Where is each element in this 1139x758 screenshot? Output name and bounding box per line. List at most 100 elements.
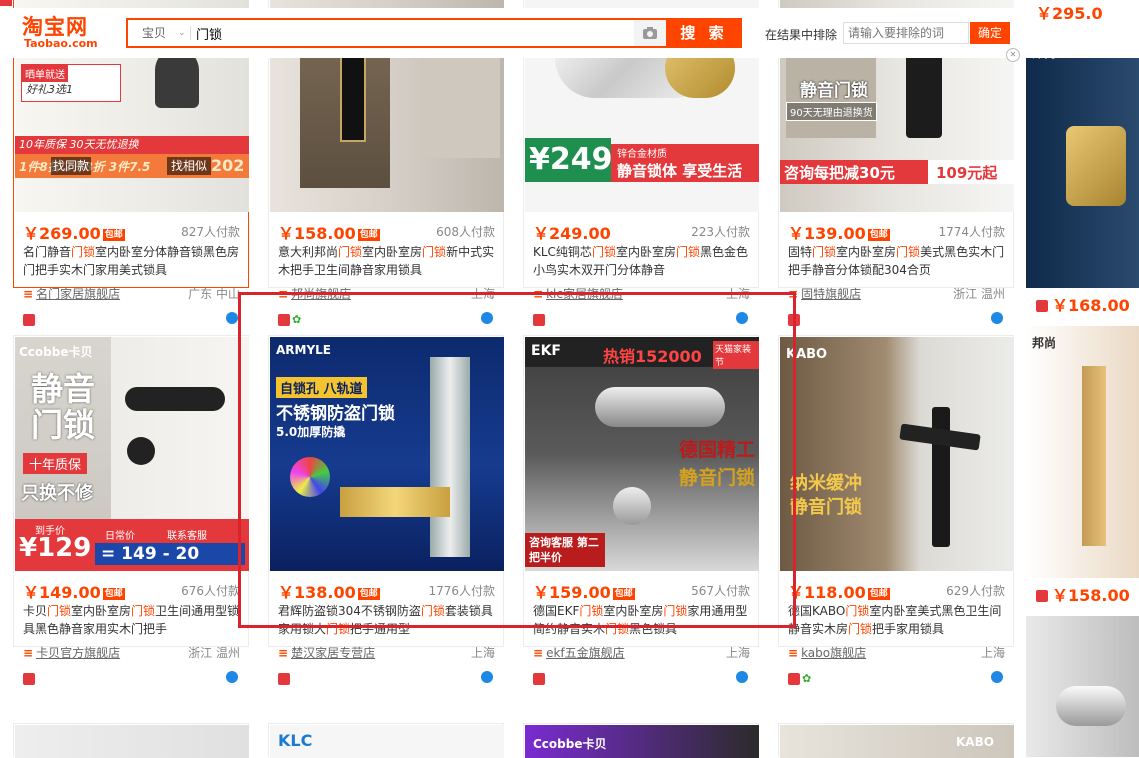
promo-text: 咨询客服 第二把半价 xyxy=(525,533,605,567)
tmall-icon[interactable] xyxy=(788,672,800,685)
wangwang-icon[interactable] xyxy=(226,671,238,683)
camera-search-button[interactable] xyxy=(634,20,666,46)
tmall-icon[interactable] xyxy=(533,313,545,326)
shop-link[interactable]: ≡ kabo旗舰店 xyxy=(788,644,866,661)
product-card[interactable]: ARMYLE 自锁孔 八轨道 不锈钢防盗门锁 5.0加厚防撬 ￥138.00 包邮… xyxy=(268,335,504,685)
shop-link[interactable]: ≡ klc家居旗舰店 xyxy=(533,285,623,302)
title-text[interactable]: 德国KABO门锁室内卧室美式黑色卫生间静音实木房门锁把手家用锁具 xyxy=(788,604,1001,636)
ad-card[interactable] xyxy=(1026,616,1139,757)
product-image[interactable] xyxy=(15,725,249,758)
image-price: ¥249 xyxy=(529,142,613,177)
product-card[interactable]: Ccobbe卡贝 xyxy=(523,723,759,758)
shop-name[interactable]: 固特旗舰店 xyxy=(801,287,861,301)
tmall-icon[interactable] xyxy=(23,672,35,685)
ad-image[interactable] xyxy=(1026,616,1139,757)
shop-name[interactable]: 邦尚旗舰店 xyxy=(291,287,351,301)
wangwang-icon[interactable] xyxy=(481,312,493,324)
wangwang-icon[interactable] xyxy=(991,312,1003,324)
exclude-input[interactable] xyxy=(843,22,969,44)
shop-icon: ≡ xyxy=(278,646,289,660)
title-text[interactable]: 君辉防盗锁304不锈钢防盗门锁套装锁具家用锁大门锁把手通用型 xyxy=(278,604,493,636)
location: 上海 xyxy=(980,646,1005,660)
product-title[interactable]: 卡贝门锁室内卧室房门锁卫生间通用型锁具黑色静音家用实木门把手 xyxy=(23,602,241,638)
product-card[interactable]: Ccobbe卡贝 静音门锁 十年质保 只换不修 到手价 ¥129 日常价 联系客… xyxy=(13,335,249,685)
search-button[interactable]: 搜 索 xyxy=(666,18,742,48)
title-text[interactable]: 固特门锁室内卧室房门锁美式黑色实木门把手静音分体锁配304合页 xyxy=(788,245,1004,277)
tmall-icon[interactable] xyxy=(278,313,290,326)
calc-label: 联系客服 xyxy=(167,531,207,542)
wangwang-icon[interactable] xyxy=(481,671,493,683)
exclude-label: 在结果中排除 xyxy=(765,28,838,42)
wangwang-icon[interactable] xyxy=(991,671,1003,683)
wangwang-icon[interactable] xyxy=(226,312,238,324)
product-card[interactable] xyxy=(13,723,249,758)
product-image[interactable]: KABO 纳米缓冲 静音门锁 xyxy=(780,337,1014,571)
find-similar-button[interactable]: 找相似 xyxy=(167,157,211,175)
product-image[interactable]: Ccobbe卡贝 静音门锁 十年质保 只换不修 到手价 ¥129 日常价 联系客… xyxy=(15,337,249,571)
shop-link[interactable]: ≡ 卡贝官方旗舰店 xyxy=(23,644,120,661)
image-slogan: 不锈钢防盗门锁 xyxy=(276,404,395,424)
wangwang-icon[interactable] xyxy=(736,671,748,683)
keyword-highlight: 门锁 xyxy=(663,604,688,618)
ad-image[interactable]: 邦尚 xyxy=(1026,36,1139,288)
tmall-icon[interactable] xyxy=(278,672,290,685)
product-title[interactable]: KLC纯铜芯门锁室内卧室房门锁黑色金色小鸟实木双开门分体静音 xyxy=(533,243,751,279)
shop-name[interactable]: ekf五金旗舰店 xyxy=(546,646,625,660)
taobao-logo[interactable]: 淘宝网 Taobao.com xyxy=(22,16,112,54)
title-text[interactable]: KLC纯铜芯门锁室内卧室房门锁黑色金色小鸟实木双开门分体静音 xyxy=(533,245,748,277)
tmall-icon[interactable] xyxy=(788,313,800,326)
title-text[interactable]: 名门静音门锁室内卧室分体静音锁黑色房门把手实木门家用美式锁具 xyxy=(23,245,239,277)
shop-name[interactable]: kabo旗舰店 xyxy=(801,646,866,660)
product-card[interactable]: KLC xyxy=(268,723,504,758)
product-title[interactable]: 意大利邦尚门锁室内卧室房门锁新中式实木把手卫生间静音家用锁具 xyxy=(278,243,496,279)
ad-card[interactable]: 邦尚 ￥168.00 xyxy=(1026,36,1139,318)
shop-name[interactable]: 名门家居旗舰店 xyxy=(36,287,120,301)
close-icon[interactable]: ✕ xyxy=(1006,48,1020,62)
shop-link[interactable]: ≡ 固特旗舰店 xyxy=(788,285,861,302)
wangwang-icon[interactable] xyxy=(736,312,748,324)
keyword-highlight: 门锁 xyxy=(605,622,630,636)
product-title[interactable]: 名门静音门锁室内卧室分体静音锁黑色房门把手实木门家用美式锁具 xyxy=(23,243,241,279)
shop-name[interactable]: 卡贝官方旗舰店 xyxy=(36,646,120,660)
product-image[interactable]: ARMYLE 自锁孔 八轨道 不锈钢防盗门锁 5.0加厚防撬 xyxy=(270,337,504,571)
shop-link[interactable]: ≡ 邦尚旗舰店 xyxy=(278,285,351,302)
title-text[interactable]: 德国EKF门锁室内卧室房门锁家用通用型简约静音实木门锁黑色锁具 xyxy=(533,604,747,636)
shop-link[interactable]: ≡ ekf五金旗舰店 xyxy=(533,644,625,661)
ad-image[interactable]: 邦尚 xyxy=(1026,326,1139,578)
tmall-icon[interactable] xyxy=(23,313,35,326)
free-shipping-badge: 包邮 xyxy=(357,229,380,241)
product-image[interactable]: EKF 热销152000 天猫家装节 德国精工 静音门锁 咨询客服 第二把半价 xyxy=(525,337,759,571)
image-slogan: 德国精工 xyxy=(678,439,755,461)
exclude-confirm-button[interactable]: 确定 xyxy=(970,22,1010,44)
product-title[interactable]: 德国KABO门锁室内卧室美式黑色卫生间静音实木房门锁把手家用锁具 xyxy=(788,602,1006,638)
category-select[interactable]: 宝贝 ⌄ xyxy=(128,20,190,46)
shop-name[interactable]: 楚汉家居专营店 xyxy=(291,646,375,660)
product-price: ￥158.00 包邮 xyxy=(278,220,380,244)
brand-logo: Ccobbe卡贝 xyxy=(533,737,607,751)
camera-icon xyxy=(643,27,657,39)
product-image[interactable]: KABO xyxy=(780,725,1014,758)
product-card[interactable]: KABO xyxy=(778,723,1014,758)
product-title[interactable]: 君辉防盗锁304不锈钢防盗门锁套装锁具家用锁大门锁把手通用型 xyxy=(278,602,496,638)
shop-name[interactable]: klc家居旗舰店 xyxy=(546,287,623,301)
product-card[interactable]: EKF 热销152000 天猫家装节 德国精工 静音门锁 咨询客服 第二把半价 … xyxy=(523,335,759,685)
product-title[interactable]: 固特门锁室内卧室房门锁美式黑色实木门把手静音分体锁配304合页 xyxy=(788,243,1006,279)
title-text[interactable]: 意大利邦尚门锁室内卧室房门锁新中式实木把手卫生间静音家用锁具 xyxy=(278,245,494,277)
image-tag: 自锁孔 八轨道 xyxy=(276,377,367,398)
top-right-price: ￥295.0 xyxy=(1036,4,1103,23)
product-image[interactable]: KLC xyxy=(270,725,504,758)
image-subtag: 5.0加厚防撬 xyxy=(276,425,346,439)
product-image[interactable]: Ccobbe卡贝 xyxy=(525,725,759,758)
tmall-icon[interactable] xyxy=(533,672,545,685)
title-text[interactable]: 卡贝门锁室内卧室房门锁卫生间通用型锁具黑色静音家用实木门把手 xyxy=(23,604,239,636)
shop-link[interactable]: ≡ 楚汉家居专营店 xyxy=(278,644,375,661)
product-price: ￥159.00 包邮 xyxy=(533,579,635,603)
keyword-highlight: 门锁 xyxy=(422,245,447,259)
search-input[interactable] xyxy=(196,20,626,46)
product-title[interactable]: 德国EKF门锁室内卧室房门锁家用通用型简约静音实木门锁黑色锁具 xyxy=(533,602,751,638)
shop-link[interactable]: ≡ 名门家居旗舰店 xyxy=(23,285,120,302)
price-value: ￥138.00 xyxy=(278,583,356,602)
product-card[interactable]: KABO 纳米缓冲 静音门锁 ￥118.00 包邮 629人付款 德国KABO门锁… xyxy=(778,335,1014,685)
ad-card[interactable]: 邦尚 ￥158.00 xyxy=(1026,326,1139,608)
find-same-button[interactable]: 找同款 xyxy=(51,157,91,175)
